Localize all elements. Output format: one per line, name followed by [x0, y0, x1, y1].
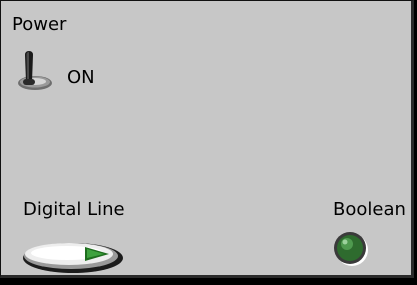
front-panel: Power ON Digital Line Boolean [0, 0, 414, 278]
power-state-text: ON [67, 67, 95, 88]
digital-line-button-icon [23, 243, 123, 273]
led-indicator-icon [334, 232, 368, 266]
boolean-led[interactable] [331, 230, 371, 268]
power-label: Power [12, 14, 67, 35]
boolean-label: Boolean [333, 199, 406, 220]
power-toggle-switch[interactable] [15, 49, 55, 95]
digital-line-button[interactable] [21, 237, 125, 275]
digital-line-label: Digital Line [23, 199, 125, 220]
toggle-switch-icon [18, 51, 52, 90]
